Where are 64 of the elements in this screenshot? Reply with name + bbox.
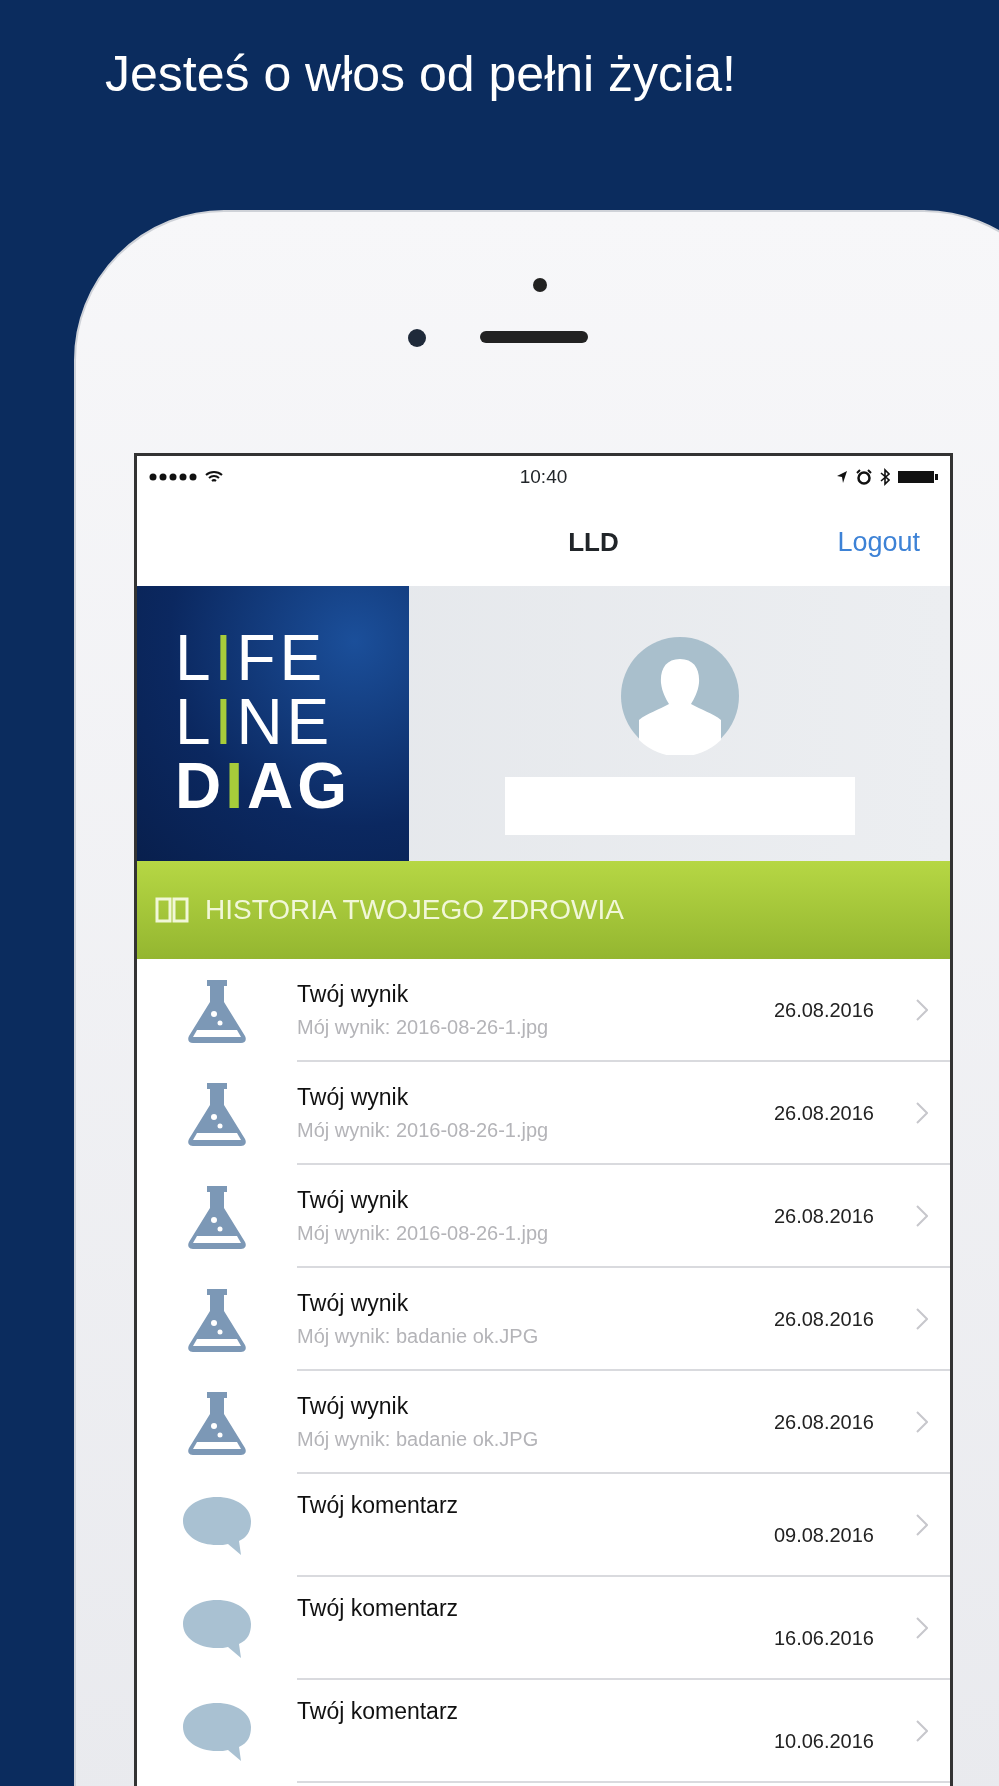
- speaker-icon: [480, 331, 588, 343]
- status-time: 10:40: [519, 464, 568, 489]
- bluetooth-icon: [880, 468, 890, 486]
- alarm-icon: [856, 469, 872, 485]
- nav-title: LLD: [568, 525, 619, 559]
- chevron-icon: [916, 1101, 928, 1124]
- section-title: HISTORIA TWOJEGO ZDROWIA: [205, 893, 624, 927]
- row-subtitle: Mój wynik: 2016-08-26-1.jpg: [297, 1117, 550, 1143]
- row-date: 26.08.2016: [773, 997, 874, 1023]
- row-title: Twój wynik: [297, 980, 410, 1010]
- chevron-icon: [916, 1410, 928, 1433]
- book-icon: [155, 896, 189, 924]
- row-date: 26.08.2016: [773, 1100, 874, 1126]
- logo-text: LIFE: [175, 626, 328, 690]
- row-title: Twój komentarz: [297, 1697, 460, 1726]
- list-row[interactable]: Twój komentarz 16.06.2016: [137, 1577, 950, 1680]
- row-date: 26.08.2016: [773, 1409, 874, 1435]
- speech-bubble-icon: [181, 1597, 253, 1660]
- list-row[interactable]: Twój wynik Mój wynik: 2016-08-26-1.jpg 26.08.2016: [137, 959, 950, 1062]
- speech-bubble-icon: [181, 1700, 253, 1763]
- name-field[interactable]: [504, 776, 855, 835]
- logo-text: LINE: [175, 690, 335, 754]
- row-title: Twój komentarz: [297, 1491, 460, 1520]
- chevron-icon: [916, 1513, 928, 1536]
- row-title: Twój wynik: [297, 1083, 410, 1113]
- chevron-icon: [916, 1616, 928, 1639]
- row-subtitle: Mój wynik: badanie ok.JPG: [297, 1426, 540, 1452]
- headline: Jesteś o włos od pełni życia!: [105, 45, 736, 104]
- location-icon: [836, 470, 848, 484]
- row-date: 26.08.2016: [773, 1306, 874, 1332]
- flask-icon: [186, 1389, 248, 1456]
- chevron-icon: [916, 1307, 928, 1330]
- flask-icon: [186, 1080, 248, 1147]
- sensor-icon: [533, 278, 547, 292]
- avatar-icon: [620, 636, 739, 755]
- row-date: 09.08.2016: [773, 1522, 874, 1548]
- row-date: 10.06.2016: [773, 1728, 874, 1754]
- row-subtitle: Mój wynik: 2016-08-26-1.jpg: [297, 1014, 550, 1040]
- flask-icon: [186, 977, 248, 1044]
- list-row[interactable]: Twój wynik Mój wynik: badanie ok.JPG 26.08.2016: [137, 1268, 950, 1371]
- row-title: Twój wynik: [297, 1392, 410, 1422]
- logout-button[interactable]: Logout: [837, 521, 920, 563]
- camera-icon: [408, 329, 426, 347]
- list-row[interactable]: Twój wynik Mój wynik: 2016-08-26-1.jpg 26.08.2016: [137, 1165, 950, 1268]
- wifi-icon: [205, 470, 223, 484]
- row-title: Twój wynik: [297, 1186, 410, 1216]
- flask-icon: [186, 1286, 248, 1353]
- list-row[interactable]: Twój wynik Mój wynik: badanie ok.JPG 26.08.2016: [137, 1371, 950, 1474]
- flask-icon: [186, 1183, 248, 1250]
- chevron-icon: [916, 1204, 928, 1227]
- speech-bubble-icon: [181, 1494, 253, 1557]
- list-row[interactable]: Twój komentarz 10.06.2016: [137, 1680, 950, 1783]
- chevron-icon: [916, 998, 928, 1021]
- row-subtitle: Mój wynik: badanie ok.JPG: [297, 1323, 540, 1349]
- list-row[interactable]: Twój wynik Mój wynik: 2016-08-26-1.jpg 26.08.2016: [137, 1062, 950, 1165]
- logo-text: DIAG: [175, 754, 352, 818]
- row-date: 26.08.2016: [773, 1203, 874, 1229]
- row-date: 16.06.2016: [773, 1625, 874, 1651]
- chevron-icon: [916, 1719, 928, 1742]
- row-title: Twój komentarz: [297, 1594, 460, 1623]
- list-row[interactable]: Twój komentarz 09.08.2016: [137, 1474, 950, 1577]
- row-subtitle: Mój wynik: 2016-08-26-1.jpg: [297, 1220, 550, 1246]
- row-title: Twój wynik: [297, 1289, 410, 1319]
- battery-icon: [898, 470, 938, 484]
